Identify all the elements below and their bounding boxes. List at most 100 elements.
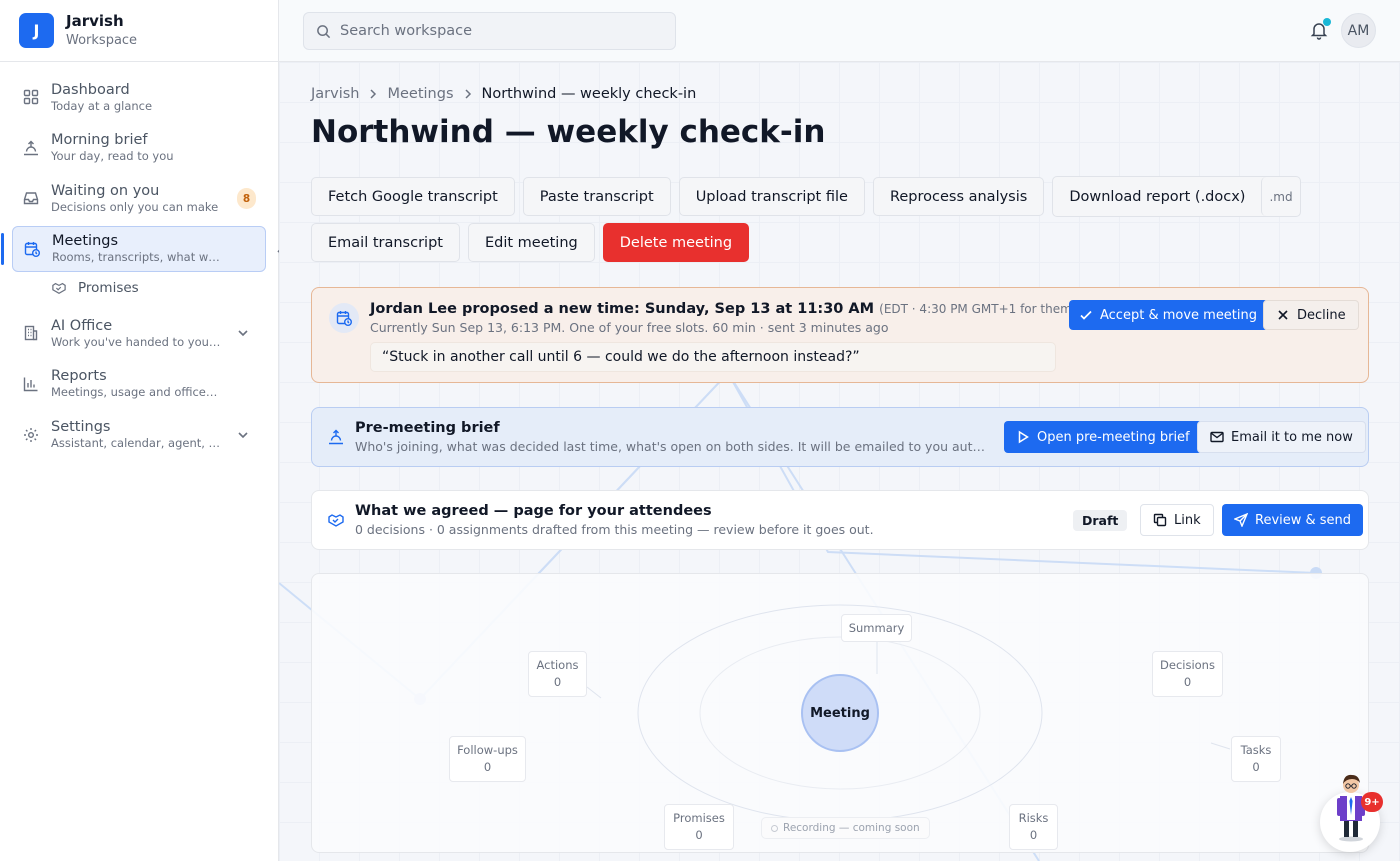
reschedule-proposal-card: Jordan Lee proposed a new time: Sunday, … (311, 287, 1369, 383)
node-label: Tasks (1240, 743, 1272, 757)
notifications-button[interactable] (1310, 18, 1331, 40)
sidebar-item-desc: Your day, read to you (51, 149, 174, 164)
sidebar-item-label: Morning brief (51, 132, 148, 149)
draft-status-badge: Draft (1073, 510, 1128, 531)
sidebar-item-morning-brief[interactable]: Morning brief Your day, read to you (12, 125, 266, 171)
sidebar-item-meetings[interactable]: Meetings Rooms, transcripts, what was ag… (1, 225, 287, 272)
paste-transcript-button[interactable]: Paste transcript (522, 177, 671, 216)
node-count: 0 (553, 675, 562, 689)
graph-node-risks[interactable]: Risks 0 (1009, 804, 1058, 850)
email-brief-button[interactable]: Email it to me now (1197, 421, 1366, 453)
record-icon (771, 824, 778, 832)
sidebar-item-desc: Today at a glance (51, 98, 153, 113)
node-count: 0 (695, 828, 703, 842)
reprocess-analysis-button[interactable]: Reprocess analysis (872, 177, 1045, 216)
fetch-google-transcript-button[interactable]: Fetch Google transcript (311, 177, 515, 216)
brief-title: Pre-meeting brief (355, 420, 500, 436)
breadcrumb-current: Northwind — weekly check-in (481, 86, 697, 102)
proposal-subtitle: Currently Sun Sep 13, 6:13 PM. One of yo… (370, 320, 889, 335)
node-label: Risks (1018, 811, 1049, 825)
agreed-subtitle: 0 decisions · 0 assignments drafted from… (355, 522, 874, 537)
gear-icon (24, 427, 38, 442)
sidebar-item-label: Reports (51, 368, 107, 385)
download-md-button[interactable]: .md (1261, 177, 1299, 216)
sidebar-item-desc: Rooms, transcripts, what was agreed (52, 250, 222, 265)
page-title: Northwind — weekly check-in (311, 114, 826, 150)
brand-logo: J (19, 13, 54, 48)
sidebar-item-reports[interactable]: Reports Meetings, usage and office activ… (12, 361, 266, 407)
sidebar-item-dashboard[interactable]: Dashboard Today at a glance (12, 74, 266, 120)
node-count: 0 (1183, 675, 1192, 689)
sidebar-item-settings[interactable]: Settings Assistant, calendar, agent, bil… (12, 412, 266, 458)
download-report-button[interactable]: Download report (.docx) (1053, 177, 1261, 216)
open-pre-meeting-brief-button[interactable]: Open pre-meeting brief (1004, 421, 1202, 453)
link-label: Link (1174, 512, 1201, 528)
action-toolbar-secondary: Email transcript Edit meeting Delete mee… (311, 223, 757, 262)
agreed-title: What we agreed — page for your attendees (355, 503, 712, 519)
graph-node-summary[interactable]: Summary (841, 614, 912, 642)
open-brief-label: Open pre-meeting brief (1037, 429, 1190, 445)
breadcrumb-link[interactable]: Jarvish (311, 86, 359, 102)
pre-meeting-brief-card: Pre-meeting brief Who's joining, what wa… (311, 407, 1369, 467)
proposal-quote: “Stuck in another call until 6 — could w… (370, 342, 1056, 372)
calendar-clock-icon (24, 241, 40, 257)
handshake-icon (52, 283, 66, 295)
assistant-notification-badge: 9+ (1361, 792, 1383, 812)
sidebar-item-label: Dashboard (51, 81, 130, 98)
chevron-down-icon[interactable] (236, 428, 250, 442)
node-count: 0 (483, 760, 492, 774)
sidebar-subitem-promises[interactable]: Promises (50, 274, 266, 302)
proposal-title-text: Jordan Lee proposed a new time: Sunday, … (370, 301, 875, 317)
graph-node-decisions[interactable]: Decisions 0 (1152, 651, 1223, 697)
brand-subtitle: Workspace (66, 32, 138, 48)
main-content: Jarvish Meetings Northwind — weekly chec… (279, 62, 1400, 861)
sidebar-item-label: Waiting on you (51, 182, 160, 199)
breadcrumb-link[interactable]: Meetings (387, 86, 453, 102)
search-input[interactable] (340, 23, 660, 39)
graph-node-actions[interactable]: Actions 0 (528, 651, 587, 697)
copy-link-button[interactable]: Link (1140, 504, 1214, 536)
node-label: Decisions (1160, 658, 1215, 672)
proposal-timezone: (EDT · 4:30 PM GMT+1 for them) (879, 302, 1077, 316)
node-count: 0 (1029, 828, 1038, 842)
decline-label: Decline (1297, 307, 1346, 323)
meeting-graph-panel: Meeting Summary Actions 0 Decisions 0 Fo… (311, 573, 1369, 853)
sidebar-item-waiting-on-you[interactable]: Waiting on you Decisions only you can ma… (12, 175, 266, 221)
building-icon (24, 326, 38, 341)
sunrise-icon (24, 140, 38, 155)
graph-node-follow-ups[interactable]: Follow-ups 0 (449, 736, 526, 782)
review-send-button[interactable]: Review & send (1222, 504, 1364, 536)
sidebar-nav: Dashboard Today at a glance Morning brie… (0, 62, 287, 458)
search-box[interactable] (303, 12, 676, 50)
check-icon (1080, 310, 1092, 320)
edit-meeting-button[interactable]: Edit meeting (467, 223, 595, 262)
chevron-down-icon[interactable] (236, 326, 250, 340)
recording-label: Recording — coming soon (783, 822, 920, 834)
node-label: Promises (673, 811, 725, 825)
sidebar-item-label: AI Office (51, 317, 113, 334)
graph-node-promises[interactable]: Promises 0 (664, 804, 734, 850)
sidebar-item-label: Settings (51, 419, 111, 436)
handshake-icon (328, 514, 344, 527)
accept-label: Accept & move meeting (1100, 307, 1258, 323)
chevron-right-icon (370, 89, 377, 99)
delete-meeting-button[interactable]: Delete meeting (602, 223, 750, 262)
inbox-icon (23, 192, 39, 205)
upload-transcript-button[interactable]: Upload transcript file (678, 177, 865, 216)
accept-move-meeting-button[interactable]: Accept & move meeting (1069, 300, 1269, 330)
brand-name: Jarvish (66, 11, 124, 30)
user-avatar[interactable]: AM (1341, 13, 1376, 48)
search-icon (317, 24, 331, 38)
node-label: Follow-ups (457, 743, 518, 757)
sidebar-item-desc: Decisions only you can make (51, 199, 219, 214)
email-transcript-button[interactable]: Email transcript (311, 223, 460, 262)
recording-status-pill: Recording — coming soon (761, 817, 930, 839)
email-brief-label: Email it to me now (1231, 429, 1353, 445)
meeting-hub-node[interactable]: Meeting (801, 674, 879, 752)
brand[interactable]: J Jarvish Workspace (0, 0, 278, 62)
graph-node-tasks[interactable]: Tasks 0 (1231, 736, 1281, 782)
decline-button[interactable]: Decline (1263, 300, 1359, 330)
brief-subtitle: Who's joining, what was decided last tim… (355, 439, 991, 454)
sidebar-item-ai-office[interactable]: AI Office Work you've handed to your age… (12, 310, 266, 356)
review-label: Review & send (1255, 512, 1352, 528)
